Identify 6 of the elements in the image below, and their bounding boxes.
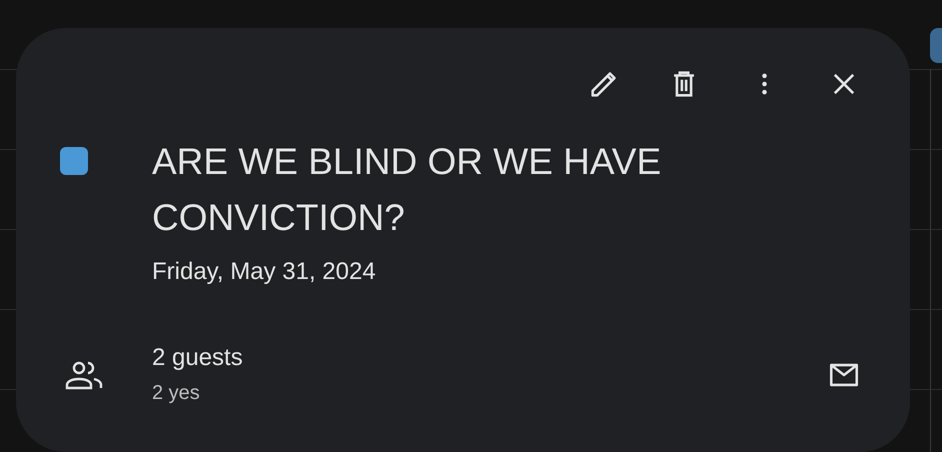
event-title: ARE WE BLIND OR WE HAVE CONVICTION? bbox=[152, 140, 662, 240]
guest-count: 2 guests bbox=[152, 343, 244, 373]
event-date: Friday, May 31, 2024 bbox=[152, 257, 377, 287]
guest-response-summary: 2 yes bbox=[152, 381, 201, 406]
people-icon bbox=[64, 359, 104, 391]
more-icon bbox=[762, 73, 766, 95]
